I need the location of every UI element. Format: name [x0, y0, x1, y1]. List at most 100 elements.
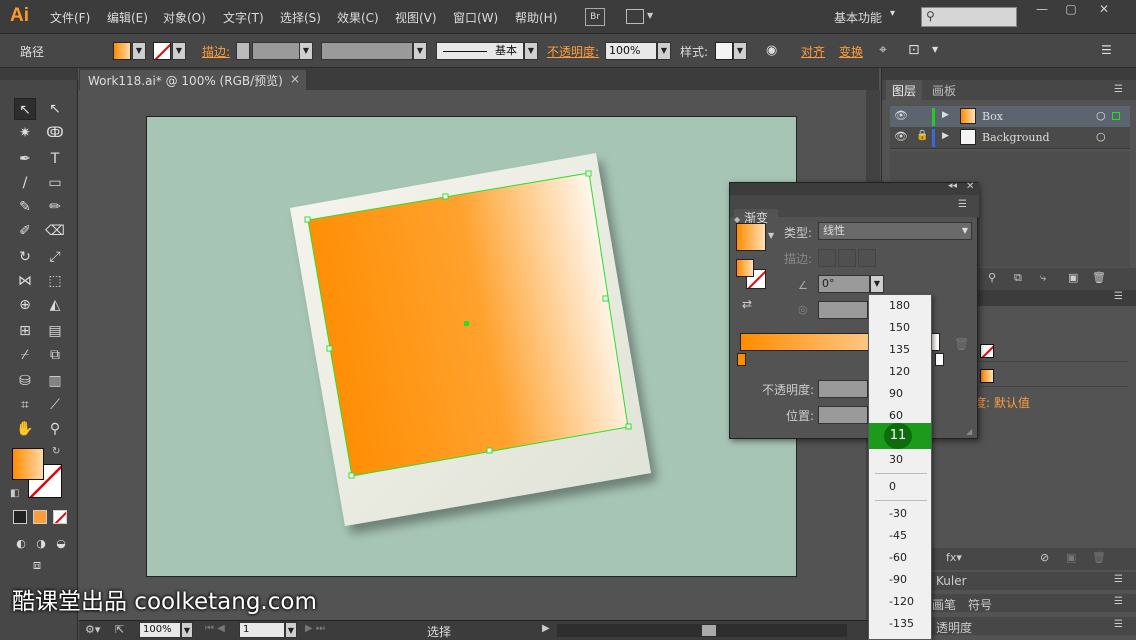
angle-option[interactable]: 0 [869, 476, 931, 498]
rotate-tool-icon[interactable]: ↻ [14, 246, 36, 268]
layer-name[interactable]: Box [982, 110, 1003, 123]
stroke-swatch[interactable] [153, 42, 171, 60]
default-fill-stroke-icon[interactable]: ◧ [10, 488, 19, 499]
fill-swatch[interactable] [113, 42, 131, 60]
target-icon[interactable]: ○ [1096, 109, 1106, 122]
trash-icon[interactable]: 🗑 [1092, 271, 1106, 284]
new-sublayer-icon[interactable]: ⤷ [1040, 271, 1046, 285]
mesh-tool-icon[interactable]: ⊞ [14, 320, 36, 342]
share-icon[interactable]: ⇱ [115, 623, 124, 636]
expand-triangle-icon[interactable]: ▶ [942, 110, 949, 120]
angle-option[interactable]: 120 [869, 361, 931, 383]
panel-menu-icon[interactable]: ☰ [1114, 84, 1123, 95]
paintbrush-tool-icon[interactable]: ✎ [14, 196, 36, 218]
opacity-label[interactable]: 不透明度: [547, 43, 599, 60]
gradient-mode-icon[interactable] [33, 510, 47, 524]
layer-row-background[interactable]: 👁 🔒 ▶ Background ○ [890, 127, 1130, 149]
zoom-icon[interactable]: ⚙▾ [85, 623, 100, 636]
artboard-number-field[interactable]: 1 [239, 622, 285, 638]
appearance-stroke-row[interactable] [978, 340, 1128, 362]
draw-behind-icon[interactable]: ◑ [30, 533, 52, 555]
blob-brush-tool-icon[interactable]: ✐ [14, 220, 36, 242]
hand-tool-icon[interactable]: ✋ [14, 418, 36, 440]
search-input[interactable]: ⚲ [921, 7, 1017, 27]
zoom-dropdown[interactable]: ▼ [181, 622, 193, 638]
selection-indicator[interactable] [1112, 112, 1120, 120]
scale-tool-icon[interactable]: ⤢ [44, 246, 66, 268]
menu-type[interactable]: 文字(T) [223, 9, 264, 26]
gradient-preview-swatch[interactable] [736, 223, 766, 251]
recolor-artwork-icon[interactable]: ◉ [766, 43, 777, 58]
angle-option[interactable]: -90 [869, 569, 931, 591]
variable-width-field[interactable] [321, 42, 413, 60]
change-screen-mode-icon[interactable]: ⧈ [26, 555, 48, 577]
graphic-style-dropdown[interactable]: ▼ [733, 42, 747, 60]
angle-option[interactable]: -135 [869, 613, 931, 635]
chevron-down-icon[interactable]: ▾ [890, 8, 895, 19]
fill-swatch[interactable] [980, 369, 994, 383]
gradient-presets-dropdown[interactable]: ▼ [768, 231, 774, 240]
brush-definition-dropdown[interactable]: ▼ [524, 42, 538, 60]
angle-input[interactable]: 0° [818, 275, 870, 293]
opacity-field[interactable]: 100% [605, 42, 657, 60]
close-button[interactable]: ✕ [1093, 2, 1115, 18]
pencil-tool-icon[interactable]: ✏ [44, 196, 66, 218]
menu-help[interactable]: 帮助(H) [515, 9, 557, 26]
rectangle-tool-icon[interactable]: ▭ [44, 172, 66, 194]
expand-triangle-icon[interactable]: ▶ [942, 131, 949, 141]
type-tool-icon[interactable]: T [44, 148, 66, 170]
fx-icon[interactable]: fx▾ [946, 551, 962, 564]
menu-file[interactable]: 文件(F) [50, 9, 90, 26]
shape-builder-tool-icon[interactable]: ⊕ [14, 294, 36, 316]
variable-width-dropdown[interactable]: ▼ [413, 42, 427, 60]
gradient-stop-left[interactable] [737, 353, 746, 366]
document-tab[interactable]: Work118.ai* @ 100% (RGB/预览) × [80, 70, 306, 90]
close-tab-icon[interactable]: × [290, 72, 300, 86]
transform-link[interactable]: 变换 [839, 43, 863, 60]
duplicate-item-icon[interactable]: ▣ [1066, 551, 1076, 564]
menu-effect[interactable]: 效果(C) [337, 9, 379, 26]
horizontal-scroll-thumb[interactable] [702, 625, 716, 636]
gradient-fill-box[interactable] [736, 259, 754, 277]
new-layer-icon[interactable]: ▣ [1068, 271, 1078, 284]
stroke-dropdown[interactable]: ▼ [172, 42, 186, 60]
menu-window[interactable]: 窗口(W) [453, 9, 498, 26]
clear-appearance-icon[interactable]: ⊘ [1040, 551, 1049, 564]
isolate-icon[interactable]: ⌖ [879, 42, 887, 58]
stroke-along-icon[interactable] [838, 249, 856, 267]
column-graph-tool-icon[interactable]: ▥ [44, 370, 66, 392]
horizontal-scrollbar[interactable] [557, 624, 847, 637]
angle-option[interactable]: 90 [869, 383, 931, 405]
angle-option-selected[interactable]: 11 [869, 423, 931, 449]
panel-menu-icon[interactable]: ☰ [1114, 574, 1123, 585]
close-panel-icon[interactable]: ✕ [966, 181, 974, 192]
make-envelope-icon[interactable]: ⊡ [908, 42, 920, 58]
blend-tool-icon[interactable]: ⧉ [44, 344, 66, 366]
chevron-down-icon[interactable]: ▼ [647, 11, 653, 20]
pen-tool-icon[interactable]: ✒ [14, 148, 36, 170]
zoom-tool-icon[interactable]: ⚲ [44, 418, 66, 440]
tab-transparency[interactable]: 透明度 [936, 619, 972, 636]
first-artboard-icon[interactable]: ⏮ ◀ [205, 623, 225, 634]
angle-option[interactable]: 30 [869, 449, 931, 471]
direct-selection-tool-icon[interactable]: ↖ [44, 98, 66, 120]
gradient-stop-right[interactable] [935, 353, 944, 366]
angle-dropdown[interactable]: ▼ [870, 275, 884, 293]
menu-object[interactable]: 对象(O) [163, 9, 206, 26]
stroke-across-icon[interactable] [858, 249, 876, 267]
angle-option[interactable]: -30 [869, 503, 931, 525]
panel-menu-icon[interactable]: ☰ [958, 199, 967, 210]
selection-tool-icon[interactable]: ↖ [14, 98, 36, 120]
layer-row-box[interactable]: 👁 ▶ Box ○ [890, 106, 1130, 128]
stroke-weight-dropdown[interactable]: ▼ [299, 42, 313, 60]
minimize-button[interactable]: — [1031, 2, 1053, 18]
tab-layers[interactable]: 图层 [886, 80, 923, 100]
magic-wand-tool-icon[interactable]: ✷ [14, 122, 36, 144]
width-tool-icon[interactable]: ⋈ [14, 270, 36, 292]
gradient-tool-icon[interactable]: ▤ [44, 320, 66, 342]
arrange-documents-icon[interactable] [626, 9, 644, 24]
angle-option[interactable]: -45 [869, 525, 931, 547]
collapse-panel-icon[interactable]: ◂◂ [948, 181, 957, 191]
fill-color-box[interactable] [12, 448, 44, 480]
tab-symbols[interactable]: 符号 [968, 596, 992, 613]
